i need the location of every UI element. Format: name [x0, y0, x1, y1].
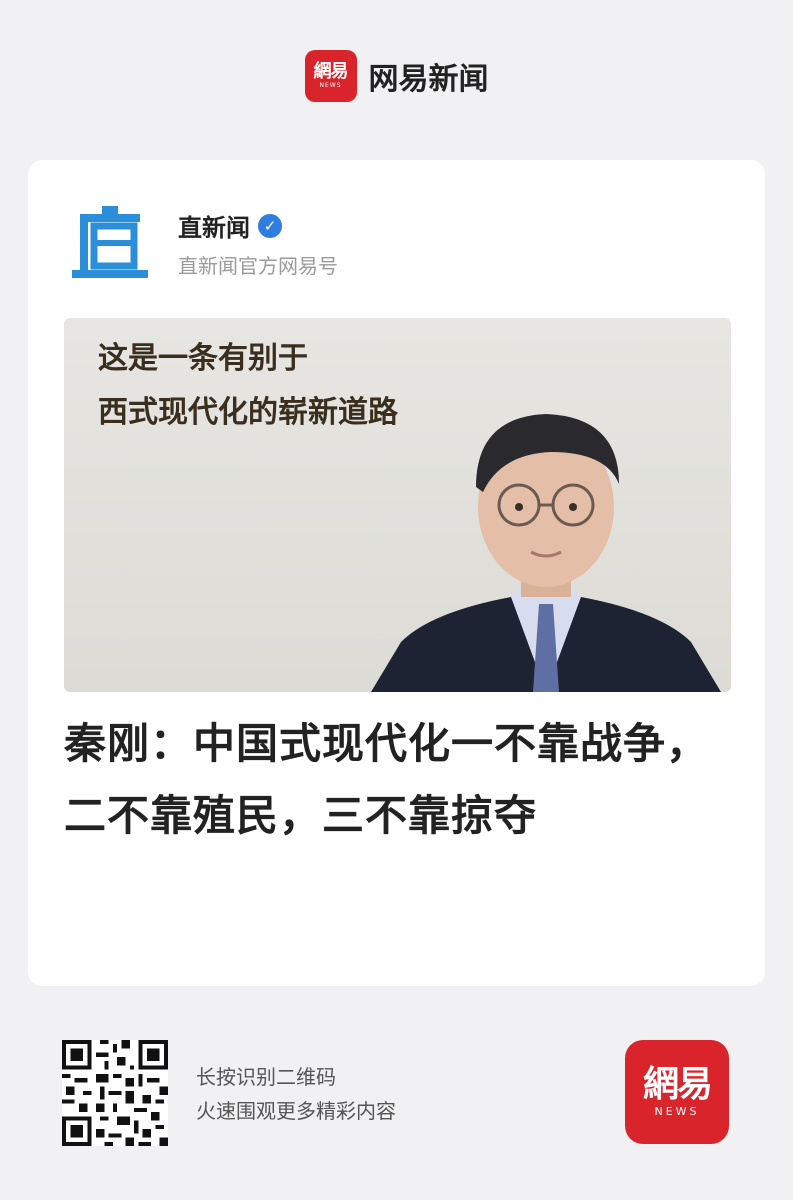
footer-logo-en: NEWS	[654, 1105, 700, 1118]
publisher-name-row[interactable]: 直新闻 ✓	[178, 208, 282, 243]
article-card[interactable]: 直新闻 ✓ 直新闻官方网易号 这是一条有别于 西式现代化的崭新道路 秦刚：中国式…	[28, 160, 765, 986]
hero-caption: 这是一条有别于 西式现代化的崭新道路	[98, 332, 398, 440]
publisher-icon[interactable]	[72, 204, 148, 280]
qr-instructions: 长按识别二维码 火速围观更多精彩内容	[196, 1060, 396, 1128]
publisher-subtitle: 直新闻官方网易号	[178, 254, 338, 278]
hero-image[interactable]: 这是一条有别于 西式现代化的崭新道路	[64, 318, 731, 692]
publisher-name[interactable]: 直新闻	[178, 208, 250, 243]
netease-news-logo: 網易 NEWS	[304, 50, 357, 102]
brand-header: 網易 NEWS 网易新闻	[0, 50, 793, 102]
footer-logo-cn: 網易	[642, 1064, 713, 1105]
brand-name: 网易新闻	[368, 62, 489, 97]
logo-en-text: NEWS	[319, 82, 342, 89]
qr-code[interactable]	[62, 1040, 168, 1146]
footer-netease-logo[interactable]: 網易 NEWS	[625, 1040, 729, 1144]
logo-cn-text: 網易	[313, 61, 349, 82]
speaker-photo	[371, 414, 721, 692]
article-headline[interactable]: 秦刚：中国式现代化一不靠战争，二不靠殖民，三不靠掠夺	[64, 708, 731, 852]
hero-caption-line1: 这是一条有别于	[98, 341, 308, 376]
verified-badge-icon: ✓	[258, 213, 282, 238]
qr-line1: 长按识别二维码	[196, 1065, 336, 1089]
qr-line2: 火速围观更多精彩内容	[196, 1099, 396, 1123]
hero-caption-line2: 西式现代化的崭新道路	[98, 395, 398, 430]
